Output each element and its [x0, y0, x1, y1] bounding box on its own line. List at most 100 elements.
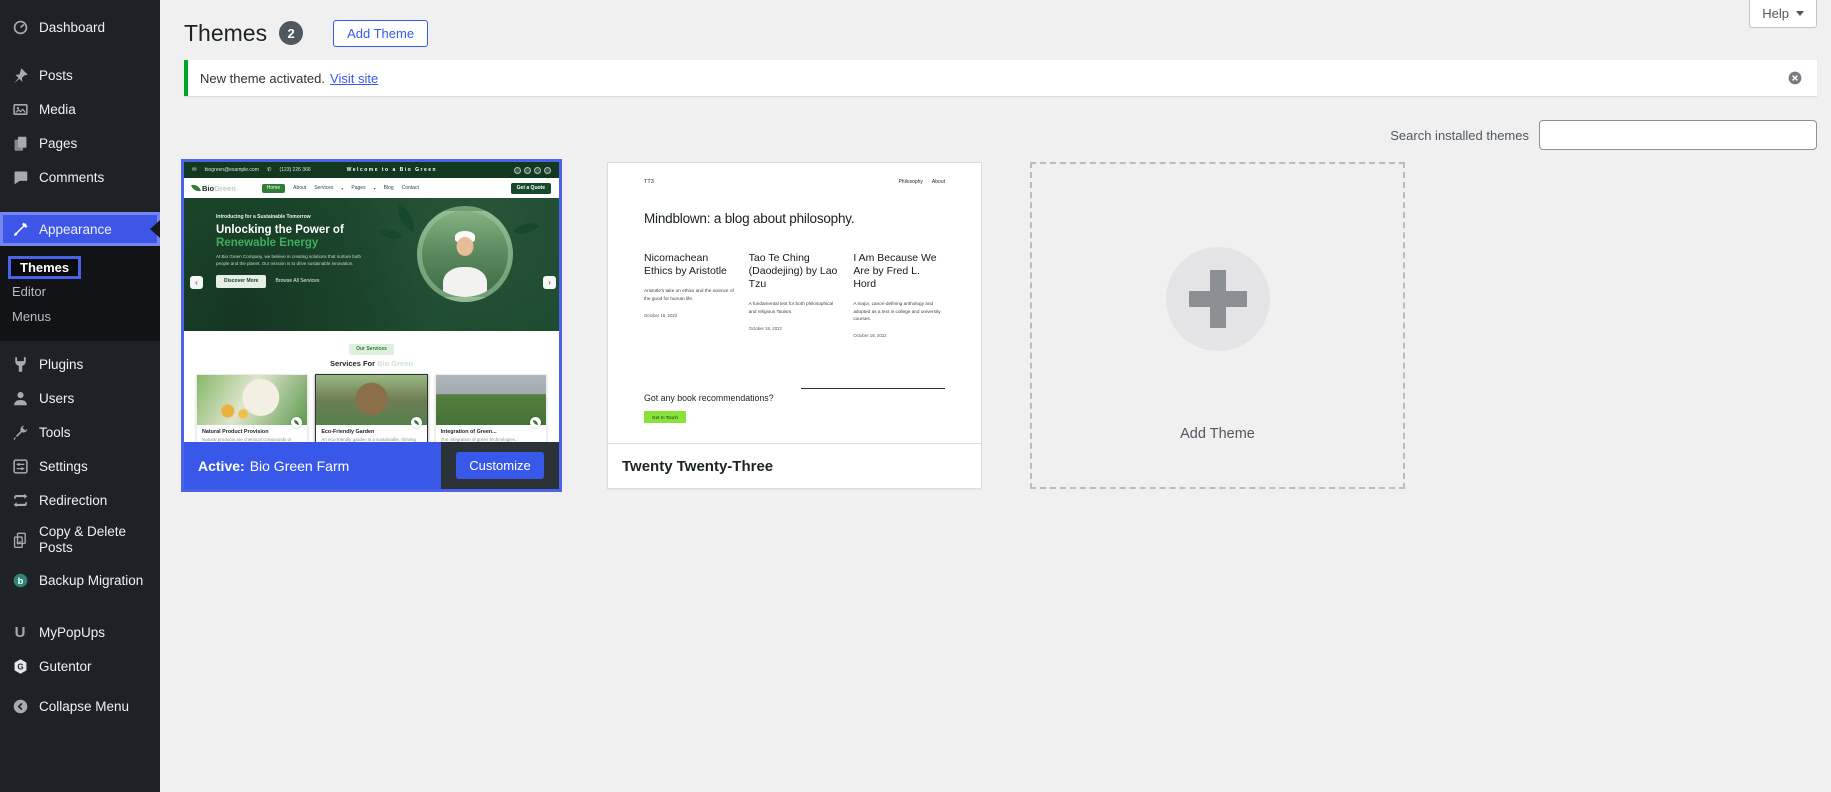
chevron-down-icon: ▾: [341, 185, 344, 191]
admin-sidebar: Dashboard Posts Media Pages Comments App…: [0, 0, 160, 792]
search-themes-input[interactable]: [1539, 120, 1817, 150]
sidebar-item-label: Media: [39, 101, 76, 117]
sidebar-item-editor[interactable]: Editor: [0, 279, 160, 304]
sidebar-item-themes[interactable]: Themes: [8, 256, 82, 279]
mini-services-section: Our Services Services For Bio Green Natu…: [184, 331, 559, 442]
sidebar-item-plugins[interactable]: Plugins: [0, 347, 160, 381]
add-theme-label: Add Theme: [1180, 426, 1255, 442]
sidebar-item-comments[interactable]: Comments: [0, 160, 160, 194]
page-title: Themes: [184, 19, 268, 46]
tt3-posts: Nicomachean Ethics by Aristotle Aristotl…: [644, 252, 945, 338]
theme-name-footer: Twenty Twenty-Three: [608, 443, 981, 488]
sidebar-item-label: Collapse Menu: [39, 698, 130, 714]
chevron-down-icon: [1796, 11, 1804, 16]
sidebar-item-pages[interactable]: Pages: [0, 126, 160, 160]
tt3-footer-area: Got any book recommendations? Get In Tou…: [644, 385, 945, 424]
carousel-right-arrow-icon: ›: [543, 276, 556, 289]
sidebar-item-label: Pages: [39, 135, 78, 151]
sidebar-item-copy-delete-posts[interactable]: Copy & Delete Posts: [0, 517, 160, 563]
collapse-menu-button[interactable]: Collapse Menu: [0, 689, 160, 723]
service-image-garden: [316, 375, 427, 425]
sidebar-item-appearance[interactable]: Appearance: [0, 212, 160, 246]
add-theme-card[interactable]: Add Theme: [1030, 162, 1405, 489]
sidebar-item-tools[interactable]: Tools: [0, 415, 160, 449]
mini-service-card: Eco-Friendly Garden An eco-friendly gard…: [315, 374, 428, 442]
mini-phone: (123) 226 366: [279, 167, 311, 173]
chevron-down-icon: ▾: [373, 185, 376, 191]
carousel-left-arrow-icon: ‹: [190, 276, 203, 289]
add-theme-button[interactable]: Add Theme: [333, 19, 429, 47]
sidebar-item-settings[interactable]: Settings: [0, 449, 160, 483]
sidebar-item-gutentor[interactable]: G Gutentor: [0, 649, 160, 683]
svg-text:G: G: [17, 663, 23, 672]
active-theme-name: Bio Green Farm: [249, 457, 350, 474]
mini-cta-button: Get a Quote: [510, 182, 551, 194]
pages-icon: [10, 133, 30, 153]
tt3-get-in-touch-button: Get In Touch: [644, 411, 686, 423]
mini-navbar: Bio Green Home About Services ▾ Pages ▾ Bl…: [184, 178, 559, 198]
email-icon: ✉: [192, 167, 197, 173]
sidebar-item-label: Tools: [39, 424, 71, 440]
sidebar-item-mypopups[interactable]: U MyPopUps: [0, 615, 160, 649]
mini-topbar: ✉ biogreen@example.com ✆ (123) 226 366 W…: [184, 162, 559, 178]
sidebar-item-menus[interactable]: Menus: [0, 304, 160, 329]
sidebar-item-label: Redirection: [39, 492, 108, 508]
tt3-heading: Mindblown: a blog about philosophy.: [644, 211, 855, 226]
help-dropdown[interactable]: Help: [1749, 0, 1817, 28]
mini-service-card: Natural Product Provision Natural produc…: [196, 374, 309, 442]
pushpin-icon: [10, 65, 30, 85]
page-header: Themes 2 Add Theme: [184, 16, 1817, 50]
sidebar-item-label: Settings: [39, 458, 88, 474]
sidebar-item-media[interactable]: Media: [0, 92, 160, 126]
sidebar-item-label: Plugins: [39, 356, 84, 372]
sidebar-item-label: Posts: [39, 67, 73, 83]
media-icon: [10, 99, 30, 119]
notice-message: New theme activated.: [200, 70, 326, 86]
mini-discover-button: Discover More: [216, 274, 267, 288]
theme-preview-twenty-twenty-three[interactable]: TT3 Philosophy About Mindblown: a blog a…: [608, 163, 981, 443]
tt3-post: I Am Because We Are by Fred L. Hord A ma…: [853, 252, 941, 339]
plus-icon: [1165, 247, 1270, 351]
sidebar-item-label: Gutentor: [39, 658, 92, 674]
dashboard-icon: [10, 17, 30, 37]
mini-service-card: Integration of Green... The integration …: [434, 374, 547, 442]
theme-preview-bio-green-farm[interactable]: ✉ biogreen@example.com ✆ (123) 226 366 W…: [184, 162, 559, 442]
sidebar-item-users[interactable]: Users: [0, 381, 160, 415]
active-status-label: Active:: [198, 457, 245, 474]
social-icons: [514, 166, 551, 174]
sidebar-item-redirection[interactable]: Redirection: [0, 483, 160, 517]
sidebar-item-posts[interactable]: Posts: [0, 58, 160, 92]
leaf-badge-icon: [410, 417, 422, 428]
mini-hero: Introducing for a Sustainable Tomorrow U…: [184, 198, 559, 331]
sidebar-item-label: Copy & Delete Posts: [39, 524, 127, 556]
phone-icon: ✆: [266, 167, 272, 173]
tt3-post: Nicomachean Ethics by Aristotle Aristotl…: [644, 252, 734, 318]
customize-button[interactable]: Customize: [456, 452, 544, 479]
service-image-natural-products: [197, 375, 308, 425]
help-label: Help: [1762, 6, 1789, 21]
theme-card-twenty-twenty-three: TT3 Philosophy About Mindblown: a blog a…: [607, 162, 982, 489]
theme-name: Twenty Twenty-Three: [622, 457, 774, 475]
leaf-badge-icon: [529, 417, 541, 428]
dismiss-notice-button[interactable]: [1785, 68, 1805, 88]
mini-email: biogreen@example.com: [204, 167, 259, 173]
gutentor-icon: G: [10, 656, 30, 676]
themes-grid: ✉ biogreen@example.com ✆ (123) 226 366 W…: [181, 159, 1817, 492]
visit-site-link[interactable]: Visit site: [330, 71, 378, 86]
leaf-logo-icon: [191, 183, 201, 193]
sidebar-item-dashboard[interactable]: Dashboard: [0, 10, 160, 44]
sliders-icon: [10, 456, 30, 476]
user-icon: [10, 388, 30, 408]
theme-card-bio-green-farm: ✉ biogreen@example.com ✆ (123) 226 366 W…: [181, 159, 562, 492]
comment-bubble-icon: [10, 167, 30, 187]
redirect-arrows-icon: [10, 490, 30, 510]
sidebar-item-backup-migration[interactable]: b Backup Migration: [0, 563, 160, 597]
theme-count-badge: 2: [279, 21, 304, 45]
mini-logo: Bio: [202, 183, 215, 193]
tt3-logo: TT3: [644, 179, 654, 185]
mini-welcome-text: Welcome to a Bio Green: [346, 167, 438, 173]
svg-text:b: b: [17, 576, 23, 586]
theme-search-row: Search installed themes: [184, 120, 1817, 150]
appearance-submenu: Themes Editor Menus: [0, 246, 160, 341]
mini-menu: Home About Services ▾ Pages ▾ Blog Contact: [261, 183, 419, 193]
